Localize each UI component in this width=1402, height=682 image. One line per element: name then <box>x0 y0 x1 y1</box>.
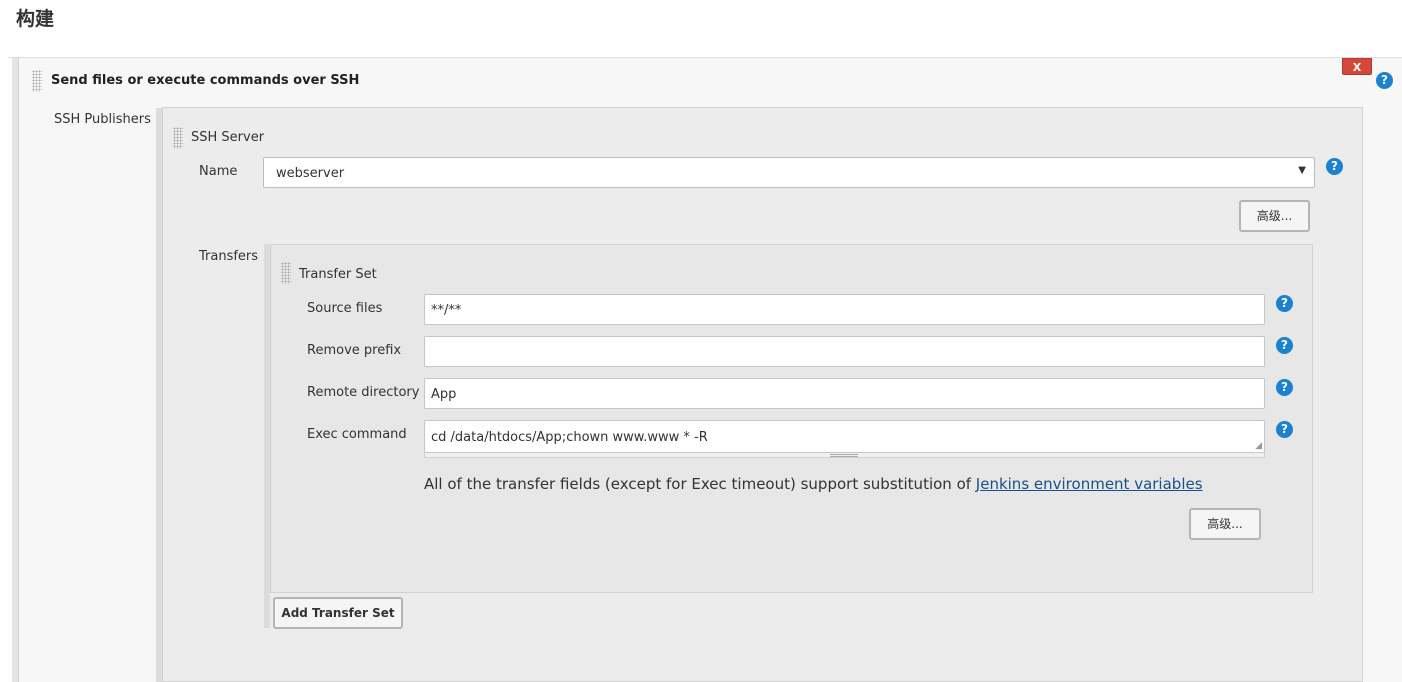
substitution-note: All of the transfer fields (except for E… <box>424 475 1203 493</box>
step-title: Send files or execute commands over SSH <box>51 73 360 88</box>
transfer-set-title: Transfer Set <box>299 267 377 282</box>
remove-prefix-input[interactable] <box>424 336 1265 367</box>
transfer-advanced-button[interactable]: 高级... <box>1189 508 1261 540</box>
exec-command-label: Exec command <box>307 427 407 442</box>
drag-handle-icon[interactable] <box>173 127 183 149</box>
add-transfer-set-button[interactable]: Add Transfer Set <box>273 597 403 629</box>
help-icon[interactable]: ? <box>1276 295 1293 312</box>
server-name-value: webserver <box>276 166 345 181</box>
server-advanced-button[interactable]: 高级... <box>1239 200 1310 232</box>
chevron-down-icon: ▼ <box>1298 165 1306 176</box>
env-variables-link[interactable]: Jenkins environment variables <box>976 475 1203 493</box>
resize-grip-icon[interactable]: ◢ <box>1255 441 1262 451</box>
exec-command-textarea[interactable]: cd /data/htdocs/App;chown www.www * -R ◢ <box>424 420 1265 453</box>
drag-handle-icon[interactable] <box>32 70 42 92</box>
ssh-server-title: SSH Server <box>191 130 265 145</box>
help-icon[interactable]: ? <box>1276 337 1293 354</box>
server-name-select[interactable]: webserver ▼ <box>263 157 1315 188</box>
transfers-label: Transfers <box>199 249 259 264</box>
name-label: Name <box>199 164 238 179</box>
section-title: 构建 <box>16 8 55 30</box>
ssh-publishers-label: SSH Publishers <box>54 112 151 127</box>
expand-grip-icon[interactable] <box>830 454 858 457</box>
substitution-note-text: All of the transfer fields (except for E… <box>424 475 976 493</box>
remote-directory-value: App <box>431 387 457 402</box>
help-icon[interactable]: ? <box>1276 379 1293 396</box>
help-icon[interactable]: ? <box>1326 158 1343 175</box>
remote-directory-label: Remote directory <box>307 385 420 400</box>
remove-prefix-label: Remove prefix <box>307 343 402 358</box>
remote-directory-input[interactable]: App <box>424 378 1265 409</box>
help-icon[interactable]: ? <box>1376 72 1393 89</box>
drag-handle-icon[interactable] <box>281 262 291 284</box>
exec-command-value: cd /data/htdocs/App;chown www.www * -R <box>431 430 708 445</box>
help-icon[interactable]: ? <box>1276 421 1293 438</box>
source-files-value: **/** <box>431 303 462 318</box>
delete-step-button[interactable]: X <box>1342 58 1372 75</box>
source-files-input[interactable]: **/** <box>424 294 1265 325</box>
source-files-label: Source files <box>307 301 383 316</box>
